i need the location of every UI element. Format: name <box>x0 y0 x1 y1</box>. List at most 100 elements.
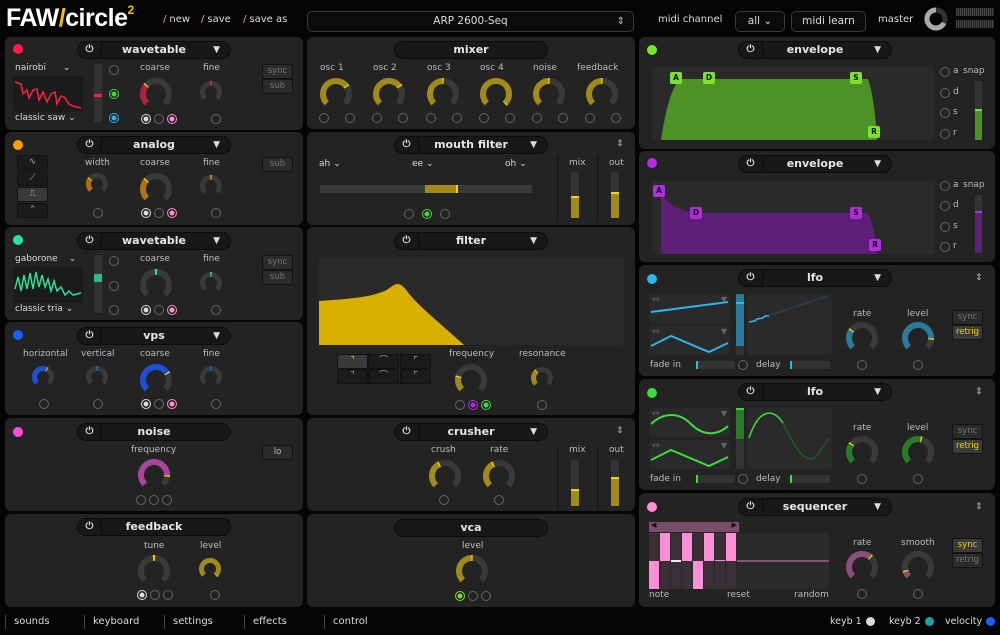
power-icon[interactable]: ⏻ <box>78 42 102 58</box>
mixer-osc4-knob[interactable] <box>479 77 513 111</box>
filter-type-lowpass-24[interactable]: ⌝ <box>337 369 368 384</box>
chevron-down-icon[interactable]: ▼ <box>874 384 881 400</box>
osc1-position-slider[interactable] <box>94 64 102 122</box>
env1-attack-point[interactable]: A <box>670 72 682 84</box>
nav-settings[interactable]: settings <box>164 615 213 629</box>
swap-icon[interactable]: ↔ <box>652 441 660 451</box>
osc1-shape-dropdown[interactable]: classic saw ⌄ <box>15 113 76 123</box>
preset-selector[interactable]: ARP 2600-Seq ⇕ <box>307 11 634 32</box>
filter-response-graph[interactable] <box>319 257 624 345</box>
mod-slot[interactable] <box>505 113 515 123</box>
crusher-crush-knob[interactable] <box>428 459 462 493</box>
env2-header[interactable]: ⏻ envelope ▼ <box>738 155 892 173</box>
lfo1-wave-a[interactable]: ↔ ▼ <box>649 294 730 323</box>
seq-step[interactable] <box>715 533 725 589</box>
filter-frequency-knob[interactable] <box>454 363 488 397</box>
midi-learn-button[interactable]: midi learn <box>791 11 866 32</box>
note-button[interactable]: note <box>649 590 669 600</box>
osc1-table-dropdown[interactable]: nairobi ⌄ <box>15 63 70 73</box>
crusher-header[interactable]: ⏻ crusher ▼ <box>394 423 548 441</box>
power-icon[interactable]: ⏻ <box>78 519 102 535</box>
env1-graph[interactable] <box>652 67 935 140</box>
swap-icon[interactable]: ↔ <box>652 409 660 419</box>
master-knob[interactable] <box>924 7 948 31</box>
env2-release-point[interactable]: R <box>869 239 881 251</box>
lfo2-morph-slider[interactable] <box>736 408 744 469</box>
delay-slider[interactable] <box>790 475 830 483</box>
power-icon[interactable]: ⏻ <box>78 137 102 153</box>
mix-slider[interactable] <box>571 172 579 218</box>
fade-in-slider[interactable] <box>696 361 735 369</box>
mod-slot[interactable] <box>398 113 408 123</box>
up-down-arrows-icon[interactable]: ⇕ <box>975 502 983 512</box>
power-icon[interactable]: ⏻ <box>78 233 102 249</box>
chevron-down-icon[interactable]: ▼ <box>874 42 881 58</box>
lfo1-level-knob[interactable] <box>901 321 935 355</box>
chevron-down-icon[interactable]: ▼ <box>213 328 220 344</box>
chevron-down-icon[interactable]: ▼ <box>530 424 537 440</box>
lo-button[interactable]: lo <box>262 445 293 460</box>
feedback-level-knob[interactable] <box>198 557 222 581</box>
osc3-header[interactable]: ⏻ wavetable ▼ <box>77 232 231 250</box>
mod-slot[interactable] <box>404 209 414 219</box>
mod-slot-active[interactable] <box>167 208 177 218</box>
vca-level-knob[interactable] <box>455 554 489 588</box>
lfo1-header[interactable]: ⏻ lfo ▼ <box>738 269 892 287</box>
mixer-osc1-knob[interactable] <box>319 77 353 111</box>
mod-slot[interactable] <box>857 360 867 370</box>
mod-slot[interactable] <box>109 305 119 315</box>
osc4-horizontal-knob[interactable] <box>31 365 55 389</box>
swap-icon[interactable]: ↔ <box>652 295 660 305</box>
power-icon[interactable]: ⏻ <box>395 137 419 153</box>
mod-slot-s[interactable] <box>940 222 950 232</box>
lfo1-rate-knob[interactable] <box>845 321 879 355</box>
save-button[interactable]: / save <box>201 14 231 25</box>
mod-slot[interactable] <box>211 399 221 409</box>
mixer-feedback-knob[interactable] <box>585 77 619 111</box>
up-down-arrows-icon[interactable]: ⇕ <box>975 273 983 283</box>
mod-slot-r[interactable] <box>940 129 950 139</box>
nav-sounds[interactable]: sounds <box>5 615 50 629</box>
lfo2-header[interactable]: ⏻ lfo ▼ <box>738 383 892 401</box>
mod-slot[interactable] <box>913 360 923 370</box>
shape-square-button[interactable]: ⎍ <box>17 187 48 202</box>
seq-smooth-knob[interactable] <box>901 550 935 584</box>
lfo2-wave-b[interactable]: ↔ ▼ <box>649 440 730 469</box>
mod-slot-active[interactable] <box>468 400 478 410</box>
mod-slot[interactable] <box>345 113 355 123</box>
sync-button[interactable]: sync <box>262 255 293 270</box>
mod-slot[interactable] <box>913 589 923 599</box>
step-grid[interactable] <box>649 533 829 589</box>
mixer-noise-knob[interactable] <box>532 77 566 111</box>
mod-slot[interactable] <box>163 590 173 600</box>
mod-slot-active[interactable] <box>455 591 465 601</box>
retrig-button[interactable]: retrig <box>952 325 983 340</box>
power-icon[interactable]: ⏻ <box>78 424 102 440</box>
chevron-down-icon[interactable]: ▼ <box>874 156 881 172</box>
vowel-morph-slider[interactable] <box>320 185 532 193</box>
dropdown-triangle-icon[interactable]: ▼ <box>721 327 727 336</box>
mod-slot[interactable] <box>372 113 382 123</box>
left-arrow-icon[interactable]: ◀ <box>651 521 656 529</box>
osc4-header[interactable]: ⏻ vps ▼ <box>77 327 231 345</box>
mod-slot-active[interactable] <box>109 113 119 123</box>
env2-attack-point[interactable]: A <box>653 185 665 197</box>
osc3-table-dropdown[interactable]: gaborone ⌄ <box>15 254 76 264</box>
feedback-header[interactable]: ⏻ feedback <box>77 518 231 536</box>
up-down-arrows-icon[interactable]: ⇕ <box>617 12 625 31</box>
seq-rate-knob[interactable] <box>845 550 879 584</box>
env1-snap-slider[interactable] <box>975 81 982 140</box>
lfo1-wave-b[interactable]: ↔ ▼ <box>649 326 730 355</box>
mod-slot-s[interactable] <box>940 108 950 118</box>
power-icon[interactable]: ⏻ <box>739 42 763 58</box>
mod-slot[interactable] <box>426 113 436 123</box>
sync-button[interactable]: sync <box>952 424 983 439</box>
osc4-vertical-knob[interactable] <box>85 365 109 389</box>
mod-slot[interactable] <box>439 495 449 505</box>
chevron-down-icon[interactable]: ▼ <box>874 499 881 515</box>
mod-slot[interactable] <box>150 590 160 600</box>
mod-slot[interactable] <box>481 591 491 601</box>
chevron-down-icon[interactable]: ▼ <box>213 137 220 153</box>
chevron-down-icon[interactable]: ▼ <box>530 233 537 249</box>
mod-slot-active[interactable] <box>167 399 177 409</box>
